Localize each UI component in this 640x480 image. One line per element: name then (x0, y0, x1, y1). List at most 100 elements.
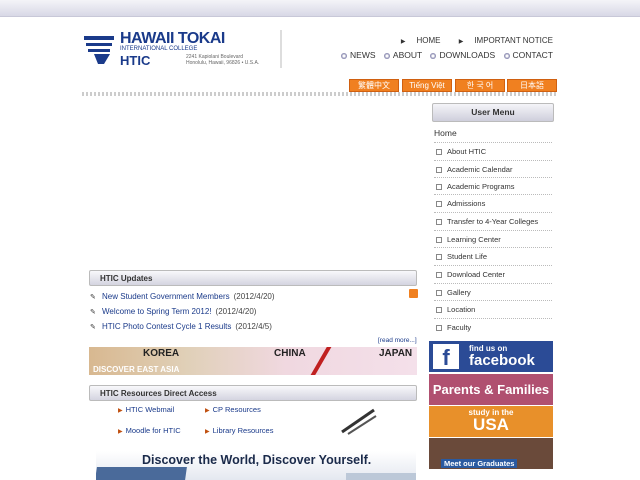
menu-item-transfer[interactable]: Transfer to 4-Year Colleges (434, 212, 552, 230)
cp-resources-link[interactable]: ▶ CP Resources (205, 405, 261, 414)
pin-icon: ✎ (90, 309, 96, 316)
nav-about[interactable]: ABOUT (383, 50, 423, 60)
top-bar (0, 0, 640, 17)
webmail-link-label: HTIC Webmail (125, 405, 175, 414)
nav-news-label: NEWS (350, 50, 376, 60)
cp-resources-label: CP Resources (212, 405, 261, 414)
lang-chinese-button[interactable]: 繁體中文 (349, 79, 399, 92)
lang-japanese-button[interactable]: 日本語 (507, 79, 557, 92)
lang-korean-button[interactable]: 한 국 어 (455, 79, 505, 92)
triangle-right-icon: ▶ (205, 408, 210, 414)
update-date: (2012/4/20) (215, 307, 257, 316)
nav-downloads[interactable]: DOWNLOADS (430, 50, 495, 60)
pin-icon: ✎ (90, 324, 96, 331)
update-title-link[interactable]: Welcome to Spring Term 2012! (102, 307, 212, 316)
square-bullet-icon (436, 272, 442, 279)
discover-text: Discover the World, Discover Yourself. (142, 453, 372, 467)
square-bullet-icon (436, 149, 442, 156)
menu-item-label: Location (447, 305, 476, 314)
logo-mark-icon (84, 36, 114, 64)
square-bullet-icon (436, 237, 442, 244)
dotted-divider (82, 92, 557, 96)
important-notice-label: IMPORTANT NOTICE (474, 36, 553, 45)
menu-item-label: Learning Center (447, 235, 501, 244)
address-line-2: Honolulu, Hawaii, 96826 • U.S.A. (186, 60, 260, 66)
lang-vietnamese-button[interactable]: Tiếng Việt (402, 79, 452, 92)
graduates-banner-text: Meet our Graduates (441, 459, 518, 468)
logo-address: 2241 Kapiolani Boulevard Honolulu, Hawai… (186, 54, 276, 66)
menu-item-admissions[interactable]: Admissions (434, 194, 552, 212)
bullet-icon (503, 52, 510, 59)
discover-banner[interactable]: Discover the World, Discover Yourself. (96, 451, 416, 480)
nav-about-label: ABOUT (392, 50, 423, 60)
update-item: ✎ HTIC Photo Contest Cycle 1 Results (2012… (90, 322, 272, 331)
updates-header: HTIC Updates (89, 270, 417, 286)
discover-photo-2 (346, 473, 416, 480)
facebook-banner[interactable]: f find us on facebook (429, 341, 553, 372)
facebook-banner-text: facebook (469, 352, 535, 369)
menu-item-label: Academic Calendar (447, 165, 513, 174)
menu-item-label: Academic Programs (447, 182, 515, 191)
read-more-link[interactable]: [read more...] (378, 337, 417, 344)
triangle-right-icon: ▶ (118, 429, 123, 435)
update-item: ✎ Welcome to Spring Term 2012! (2012/4/20) (90, 307, 256, 316)
graduates-banner[interactable]: Meet our Graduates (429, 438, 553, 469)
country-japan: JAPAN (379, 348, 413, 359)
menu-item-faculty[interactable]: Faculty (434, 318, 552, 336)
menu-item-label: Admissions (447, 199, 486, 208)
triangle-right-icon: ▶ (400, 39, 406, 45)
menu-item-label: Gallery (447, 288, 471, 297)
discover-photo (96, 467, 187, 480)
library-link[interactable]: ▶ Library Resources (205, 426, 273, 435)
home-link[interactable]: ▶ HOME (393, 36, 441, 45)
menu-item-location[interactable]: Location (434, 300, 552, 318)
parents-families-banner[interactable]: Parents & Families (429, 374, 553, 405)
triangle-right-icon: ▶ (118, 408, 123, 414)
user-menu-header: User Menu (432, 103, 554, 122)
user-menu-home[interactable]: Home (434, 128, 457, 138)
triangle-right-icon: ▶ (458, 39, 464, 45)
menu-item-label: Student Life (447, 252, 488, 261)
study-usa-banner[interactable]: study in the USA (429, 406, 553, 437)
menu-item-about[interactable]: About HTIC (434, 142, 552, 160)
menu-item-label: Faculty (447, 323, 472, 332)
nav-news[interactable]: NEWS (341, 50, 376, 60)
update-item: ✎ New Student Government Members (2012/4/2… (90, 292, 275, 301)
country-china: CHINA (274, 348, 306, 359)
pin-icon: ✎ (90, 294, 96, 301)
update-date: (2012/4/20) (233, 292, 275, 301)
main-nav: NEWS ABOUT DOWNLOADS CONTACT (335, 50, 553, 60)
nav-contact[interactable]: CONTACT (503, 50, 553, 60)
menu-item-label: Download Center (447, 270, 505, 279)
menu-item-label: Transfer to 4-Year Colleges (447, 217, 539, 226)
east-asia-tagline: DISCOVER EAST ASIA (93, 365, 180, 374)
library-link-label: Library Resources (212, 426, 274, 435)
moodle-link[interactable]: ▶ Moodle for HTIC (118, 426, 181, 435)
webmail-link[interactable]: ▶ HTIC Webmail (118, 405, 174, 414)
logo-abbreviation: HTIC (120, 53, 151, 68)
update-title-link[interactable]: HTIC Photo Contest Cycle 1 Results (102, 322, 231, 331)
bullet-icon (383, 52, 390, 59)
logo-subtitle: INTERNATIONAL COLLEGE (120, 46, 198, 52)
rss-icon[interactable] (409, 289, 418, 298)
menu-item-gallery[interactable]: Gallery (434, 283, 552, 301)
square-bullet-icon (436, 254, 442, 261)
square-bullet-icon (436, 201, 442, 208)
banner-stripe (309, 347, 333, 375)
east-asia-banner[interactable]: KOREA CHINA JAPAN DISCOVER EAST ASIA (89, 347, 417, 375)
square-bullet-icon (436, 290, 442, 297)
update-title-link[interactable]: New Student Government Members (102, 292, 230, 301)
menu-item-label: About HTIC (447, 147, 487, 156)
site-logo[interactable]: HAWAII TOKAI INTERNATIONAL COLLEGE HTIC … (84, 30, 284, 70)
triangle-right-icon: ▶ (205, 429, 210, 435)
menu-item-student-life[interactable]: Student Life (434, 247, 552, 265)
square-bullet-icon (436, 325, 442, 332)
important-notice-link[interactable]: ▶ IMPORTANT NOTICE (451, 36, 553, 45)
update-date: (2012/4/5) (235, 322, 272, 331)
header-divider (280, 30, 282, 68)
menu-item-programs[interactable]: Academic Programs (434, 177, 552, 195)
menu-item-learning[interactable]: Learning Center (434, 230, 552, 248)
menu-item-download[interactable]: Download Center (434, 265, 552, 283)
menu-item-calendar[interactable]: Academic Calendar (434, 160, 552, 178)
resources-header: HTIC Resources Direct Access (89, 385, 417, 401)
